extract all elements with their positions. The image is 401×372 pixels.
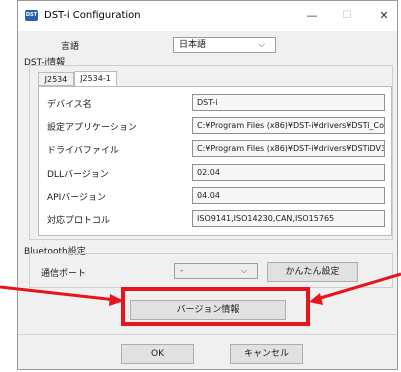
annotation-arrow-left-line — [0, 285, 117, 302]
annotation-arrows — [0, 272, 401, 306]
annotation-arrow-left-head — [109, 294, 124, 306]
annotation-arrow-right-head — [309, 293, 323, 305]
annotation-arrow-right-line — [316, 272, 401, 301]
